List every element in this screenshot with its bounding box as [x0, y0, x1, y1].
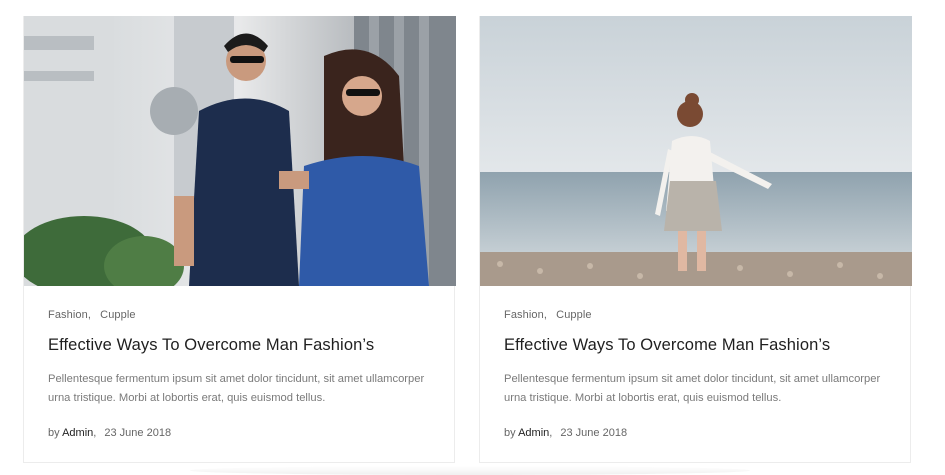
- post-excerpt: Pellentesque fermentum ipsum sit amet do…: [48, 373, 425, 404]
- post-date: 23 June 2018: [560, 427, 628, 439]
- post-title[interactable]: Effective Ways To Overcome Man Fashion’s: [48, 334, 430, 356]
- category-link[interactable]: Cupple: [100, 309, 135, 321]
- post-meta: by Admin, 23 June 2018: [48, 426, 430, 440]
- category-separator: ,: [543, 309, 547, 321]
- section-bottom-shadow: [190, 466, 750, 475]
- category-link[interactable]: Cupple: [556, 309, 591, 321]
- beach-girl-photo: [480, 16, 912, 286]
- meta-separator: ,: [549, 427, 553, 439]
- by-label: by: [48, 427, 60, 439]
- post-excerpt: Pellentesque fermentum ipsum sit amet do…: [504, 373, 881, 404]
- couple-photo: [24, 16, 456, 286]
- post-categories: Fashion, Cupple: [504, 308, 886, 322]
- post-categories: Fashion, Cupple: [48, 308, 430, 322]
- author-link[interactable]: Admin: [62, 427, 93, 439]
- category-link[interactable]: Fashion: [504, 309, 544, 321]
- by-label: by: [504, 427, 516, 439]
- author-link[interactable]: Admin: [518, 427, 549, 439]
- blog-card: Fashion, Cupple Effective Ways To Overco…: [23, 16, 456, 463]
- meta-separator: ,: [93, 427, 97, 439]
- category-link[interactable]: Fashion: [48, 309, 88, 321]
- post-title[interactable]: Effective Ways To Overcome Man Fashion’s: [504, 334, 886, 356]
- blog-grid: Fashion, Cupple Effective Ways To Overco…: [0, 0, 945, 475]
- blog-card: Fashion, Cupple Effective Ways To Overco…: [479, 16, 912, 463]
- post-date: 23 June 2018: [104, 427, 172, 439]
- post-thumbnail-link[interactable]: [480, 16, 912, 286]
- post-thumbnail-link[interactable]: [24, 16, 456, 286]
- post-meta: by Admin, 23 June 2018: [504, 426, 886, 440]
- category-separator: ,: [87, 309, 91, 321]
